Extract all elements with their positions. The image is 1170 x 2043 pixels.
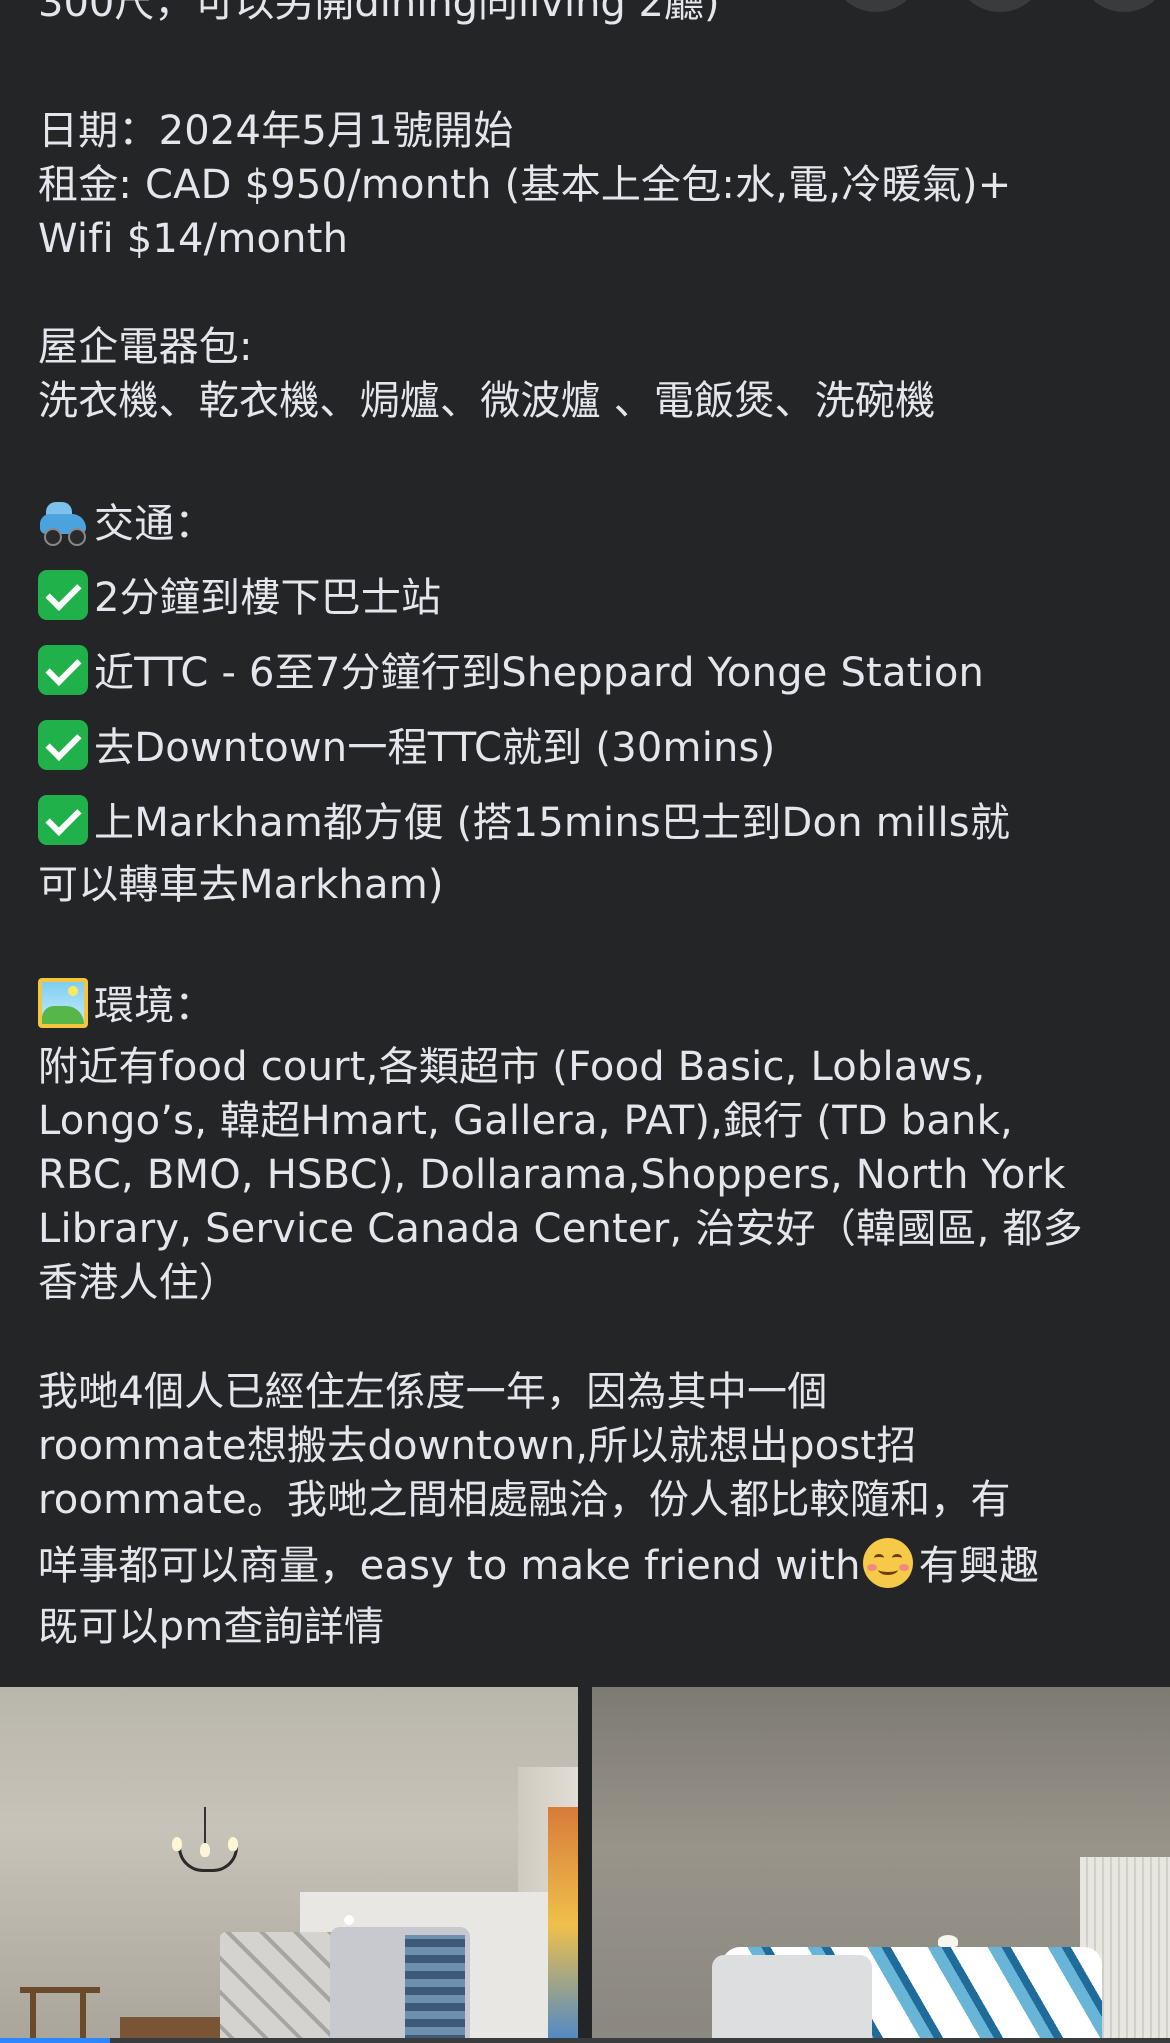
about-line: roommate想搬去downtown,所以就想出post招 [38,1423,917,1469]
check-mark-icon [38,570,88,620]
smiling-face-icon [862,1538,913,1588]
photo-grid [0,1687,1170,2043]
cut-off-text-line: 300尺，可以另開dining同living 2廳) [38,0,720,26]
transport-heading: 交通： [94,501,215,547]
wifi-line: Wifi $14/month [38,216,349,262]
environment-heading-row: 環境： [38,978,215,1038]
environment-line: Longo’s, 韓超Hmart, Gallera, PAT),銀行 (TD b… [38,1098,1013,1144]
appliances-list: 洗衣機、乾衣機、焗爐、微波爐 、電飯煲、洗碗機 [38,378,936,424]
transport-item: 近TTC - 6至7分鐘行到Sheppard Yonge Station [38,645,984,705]
check-mark-icon [38,795,88,845]
transport-item: 去Downtown一程TTC就到 (30mins) [38,720,775,780]
transport-item: 上Markham都方便 (搭15mins巴士到Don mills就 [38,795,1010,855]
action-button-2[interactable] [954,0,1046,12]
about-line-with-emoji: 咩事都可以商量，easy to make friend with 有興趣 [38,1538,1039,1598]
scroll-progress-fill [0,2038,110,2043]
transport-item: 2分鐘到樓下巴士站 [38,570,441,630]
environment-line: RBC, BMO, HSBC), Dollarama,Shoppers, Nor… [38,1152,1066,1198]
chandelier-graphic [170,1807,240,1887]
environment-heading: 環境： [94,983,215,1029]
action-button-3[interactable] [1078,0,1170,12]
about-line: roommate。我哋之間相處融洽，份人都比較隨和，有 [38,1477,1011,1523]
transport-heading-row: 交通： [38,496,215,556]
rent-line: 租金: CAD $950/month (基本上全包:水,電,冷暖氣)+ [38,162,1012,208]
action-button-1[interactable] [830,0,922,12]
appliances-heading: 屋企電器包: [38,324,253,370]
room-photo-2[interactable] [592,1687,1170,2043]
about-line: 既可以pm查詢詳情 [38,1604,385,1650]
check-mark-icon [38,645,88,695]
automobile-icon [38,496,88,546]
top-action-buttons [830,0,1170,12]
date-line: 日期：2024年5月1號開始 [38,108,514,154]
about-line-text: 咩事都可以商量，easy to make friend with [38,1543,861,1589]
framed-picture-icon [38,978,88,1028]
transport-item-text: 上Markham都方便 (搭15mins巴士到Don mills就 [94,800,1011,846]
environment-line: 香港人住） [38,1260,239,1306]
transport-item-text: 2分鐘到樓下巴士站 [94,575,442,621]
transport-item-continuation: 可以轉車去Markham) [38,862,444,908]
room-photo-1[interactable] [0,1687,578,2043]
environment-line: Library, Service Canada Center, 治安好（韓國區,… [38,1206,1083,1252]
transport-item-text: 去Downtown一程TTC就到 (30mins) [94,725,776,771]
transport-item-text: 近TTC - 6至7分鐘行到Sheppard Yonge Station [94,650,985,696]
about-line-text: 有興趣 [918,1543,1040,1589]
environment-line: 附近有food court,各類超市 (Food Basic, Loblaws, [38,1044,986,1090]
scroll-progress-bar [0,2038,1170,2043]
about-line: 我哋4個人已經住左係度一年，因為其中一個 [38,1369,828,1415]
check-mark-icon [38,720,88,770]
